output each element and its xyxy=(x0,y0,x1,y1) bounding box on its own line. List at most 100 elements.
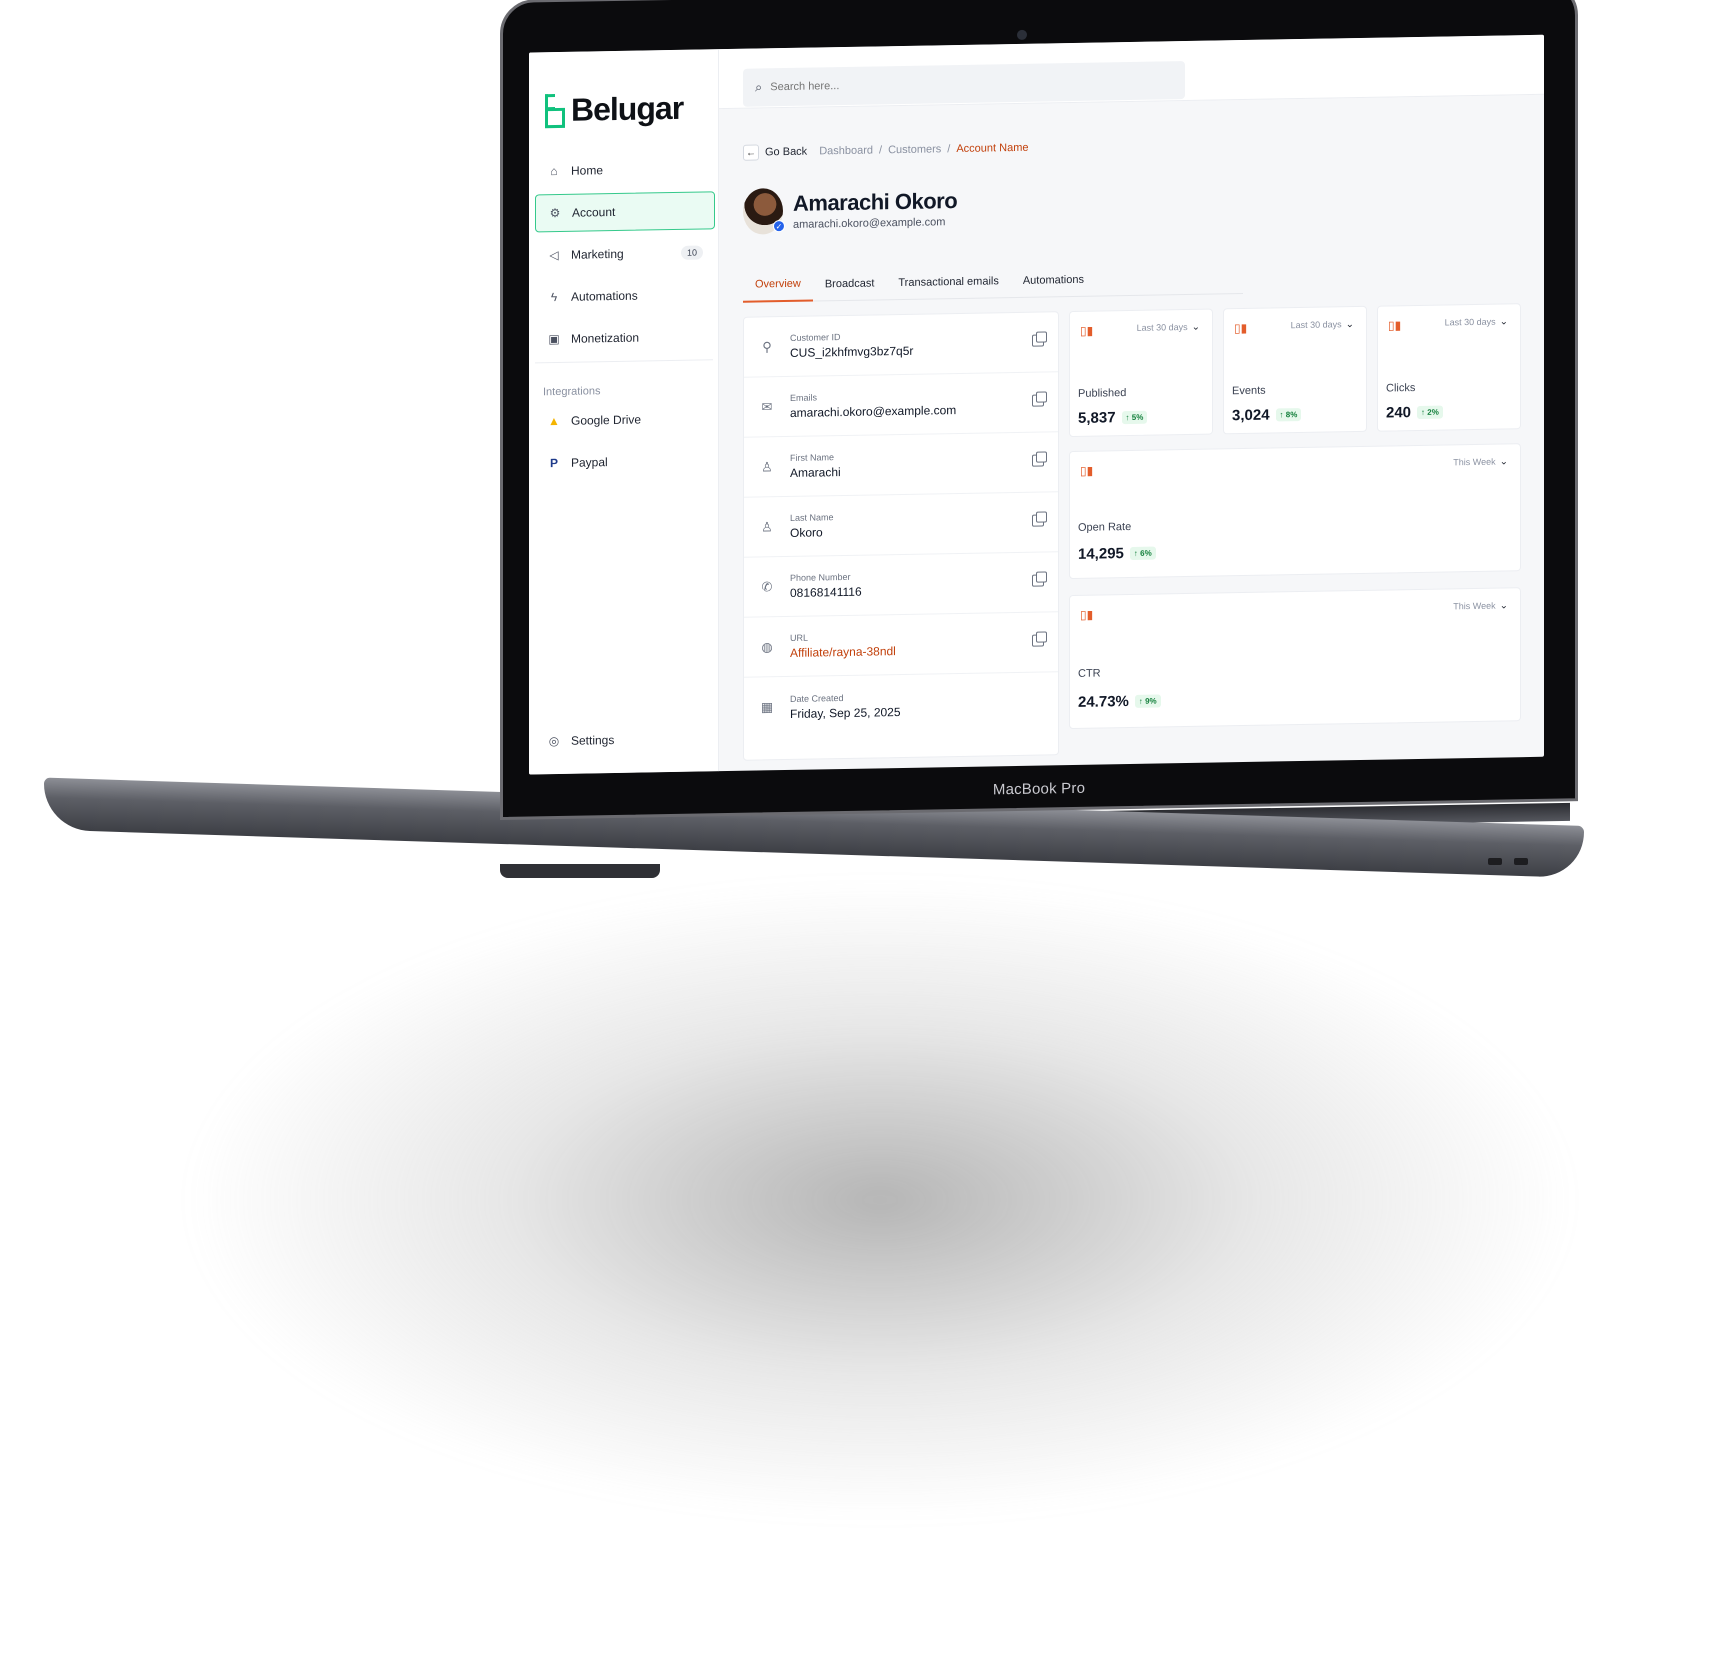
detail-row: ⚲ Customer ID CUS_i2khfmvg3bz7q5r xyxy=(744,312,1058,378)
copy-icon[interactable] xyxy=(1032,334,1044,347)
period-select[interactable]: Last 30 days ⌄ xyxy=(1445,316,1508,328)
copy-icon[interactable] xyxy=(1032,454,1044,467)
detail-value: 08168141116 xyxy=(790,584,862,600)
detail-value: CUS_i2khfmvg3bz7q5r xyxy=(790,343,914,360)
stat-value-row: 24.73% ↑ 9% xyxy=(1078,692,1161,711)
chevron-down-icon: ⌄ xyxy=(1499,600,1508,612)
stat-value: 5,837 xyxy=(1078,409,1116,427)
sidebar-item-automations[interactable]: ϟ Automations xyxy=(535,275,715,316)
period-select[interactable]: This Week ⌄ xyxy=(1453,456,1508,468)
tab-automations[interactable]: Automations xyxy=(1011,263,1096,298)
settings-icon: ◎ xyxy=(548,733,560,749)
sidebar-item-home[interactable]: ⌂ Home xyxy=(535,149,715,190)
mail-icon: ✉ xyxy=(761,398,773,414)
user-icon: ♙ xyxy=(761,518,773,534)
period-select[interactable]: Last 30 days ⌄ xyxy=(1291,319,1354,331)
device-label: MacBook Pro xyxy=(992,779,1086,799)
go-back-link[interactable]: Go Back xyxy=(765,146,807,159)
breadcrumb-current: Account Name xyxy=(956,141,1029,156)
period-label: Last 30 days xyxy=(1444,316,1496,328)
detail-row: ♙ First Name Amarachi xyxy=(744,432,1058,498)
tab-transactional-emails[interactable]: Transactional emails xyxy=(886,264,1010,300)
detail-row: ♙ Last Name Okoro xyxy=(744,492,1058,558)
breadcrumb-item[interactable]: Customers xyxy=(888,143,941,156)
globe-icon: ◍ xyxy=(761,638,773,654)
id-icon: ⚲ xyxy=(762,338,772,354)
settings-section: ◎ Settings xyxy=(535,719,715,764)
breadcrumb-item[interactable]: Dashboard xyxy=(819,144,873,157)
sidebar-item-google-drive[interactable]: ▲ Google Drive xyxy=(535,399,715,440)
stat-card-published: ▯▮ Last 30 days ⌄ Published 5,837 ↑ 5% xyxy=(1069,308,1213,438)
detail-row: ✆ Phone Number 08168141116 xyxy=(744,552,1058,618)
money-icon: ▣ xyxy=(548,331,560,347)
copy-icon[interactable] xyxy=(1032,574,1044,587)
stat-label: CTR xyxy=(1078,667,1101,680)
verified-check-icon: ✓ xyxy=(773,220,785,233)
detail-label: First Name xyxy=(790,452,835,463)
bar-chart-icon: ▯▮ xyxy=(1388,318,1402,333)
account-icon: ⚙ xyxy=(549,205,561,221)
detail-label: Customer ID xyxy=(790,332,841,343)
period-select[interactable]: This Week ⌄ xyxy=(1453,600,1508,612)
stat-label: Events xyxy=(1232,384,1266,398)
tab-overview[interactable]: Overview xyxy=(743,267,813,303)
sidebar-item-settings[interactable]: ◎ Settings xyxy=(535,719,715,760)
sidebar: Belugar ⌂ Home ⚙ Account ◁ Marketing 10 … xyxy=(529,49,719,775)
tab-broadcast[interactable]: Broadcast xyxy=(813,266,887,301)
stat-value: 24.73% xyxy=(1078,693,1129,711)
user-icon: ♙ xyxy=(761,458,773,474)
stat-value: 14,295 xyxy=(1078,545,1124,563)
back-arrow-icon[interactable]: ← xyxy=(743,144,759,161)
paypal-icon: P xyxy=(549,455,558,471)
sidebar-item-label: Account xyxy=(572,204,616,220)
sidebar-item-label: Paypal xyxy=(571,455,608,470)
sidebar-item-paypal[interactable]: P Paypal xyxy=(535,441,715,482)
chevron-down-icon: ⌄ xyxy=(1499,316,1508,328)
trend-value: 6% xyxy=(1140,548,1152,558)
laptop-ports xyxy=(1488,852,1536,870)
detail-label: URL xyxy=(790,632,809,643)
usb-port xyxy=(1488,858,1502,865)
stat-card-ctr: ▯▮ This Week ⌄ CTR 24.73% ↑ 9% xyxy=(1069,587,1521,730)
detail-label: Last Name xyxy=(790,512,834,523)
stat-card-clicks: ▯▮ Last 30 days ⌄ Clicks 240 ↑ 2% xyxy=(1377,303,1521,432)
search-bar[interactable]: ⌕ xyxy=(743,61,1185,107)
sidebar-item-label: Home xyxy=(571,163,604,178)
stat-label: Open Rate xyxy=(1078,520,1132,534)
calendar-icon: ▦ xyxy=(760,699,774,715)
trend-badge: ↑ 9% xyxy=(1134,694,1161,708)
profile-email: amarachi.okoro@example.com xyxy=(793,216,946,231)
copy-icon[interactable] xyxy=(1032,514,1044,527)
sidebar-item-marketing[interactable]: ◁ Marketing 10 xyxy=(535,233,715,274)
brand-logo[interactable]: Belugar xyxy=(545,90,683,129)
tab-bar: Overview Broadcast Transactional emails … xyxy=(743,260,1243,303)
logo-icon xyxy=(545,93,565,128)
trend-value: 8% xyxy=(1285,410,1298,420)
stat-value-row: 3,024 ↑ 8% xyxy=(1232,406,1302,424)
detail-value-link[interactable]: Affiliate/rayna-38ndl xyxy=(790,644,896,660)
detail-value: Friday, Sep 25, 2025 xyxy=(790,704,901,721)
integrations-heading: Integrations xyxy=(543,385,601,399)
period-label: This Week xyxy=(1453,600,1496,612)
sidebar-item-account[interactable]: ⚙ Account xyxy=(535,191,715,233)
breadcrumb: ← Go Back Dashboard / Customers / Accoun… xyxy=(743,140,1028,161)
megaphone-icon: ◁ xyxy=(549,247,559,263)
period-select[interactable]: Last 30 days ⌄ xyxy=(1137,322,1200,334)
stat-card-open-rate: ▯▮ This Week ⌄ Open Rate 14,295 ↑ 6% xyxy=(1069,443,1521,580)
integrations-nav: ▲ Google Drive P Paypal xyxy=(535,399,715,486)
stat-value-row: 5,837 ↑ 5% xyxy=(1078,409,1148,427)
sidebar-item-monetization[interactable]: ▣ Monetization xyxy=(535,317,715,358)
search-input[interactable] xyxy=(770,74,1151,94)
avatar: ✓ xyxy=(743,188,785,235)
laptop-notch xyxy=(500,864,660,878)
home-icon: ⌂ xyxy=(550,163,558,179)
chevron-down-icon: ⌄ xyxy=(1499,456,1508,468)
detail-value: amarachi.okoro@example.com xyxy=(790,403,957,420)
copy-icon[interactable] xyxy=(1032,394,1044,407)
sidebar-item-label: Google Drive xyxy=(571,412,642,428)
top-bar: ⌕ xyxy=(719,34,1544,110)
copy-icon[interactable] xyxy=(1032,634,1044,647)
bar-chart-icon: ▯▮ xyxy=(1080,607,1094,622)
stat-value-row: 14,295 ↑ 6% xyxy=(1078,545,1156,563)
sidebar-item-label: Automations xyxy=(571,288,638,304)
